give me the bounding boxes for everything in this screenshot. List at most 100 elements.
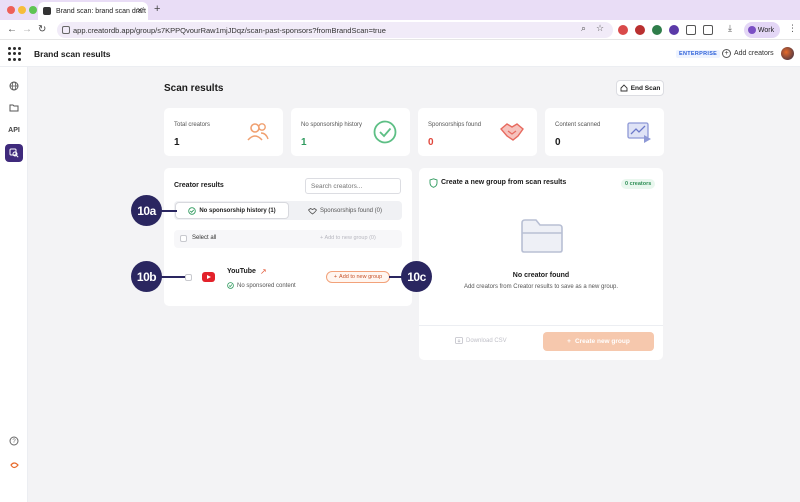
search-creators-input[interactable] (305, 178, 401, 194)
add-button-label: Add to new group (339, 274, 383, 280)
url-text: app.creatordb.app/group/s7KPPQvourRaw1mj… (73, 25, 386, 35)
avatar[interactable] (781, 47, 794, 60)
handshake-icon (500, 123, 524, 141)
folder-icon (9, 104, 19, 111)
window-minimize-button[interactable] (18, 6, 26, 14)
result-filter-tabs: No sponsorship history (1) Sponsorships … (174, 201, 402, 220)
globe-icon (9, 81, 19, 91)
profile-chip[interactable]: Work (744, 22, 780, 38)
create-new-group-button[interactable]: + Create new group (543, 332, 654, 351)
close-icon[interactable]: ✕ (136, 6, 143, 15)
empty-folder-icon (521, 219, 563, 253)
stat-card-content-scanned: Content scanned 0 (545, 108, 664, 156)
new-tab-button[interactable]: + (154, 3, 160, 15)
scan-results-heading: Scan results (164, 83, 224, 94)
stat-label: Total creators (174, 122, 211, 128)
download-icon (455, 337, 463, 344)
back-arrow-icon[interactable]: ← (7, 24, 17, 35)
extension-icon[interactable] (652, 25, 662, 35)
bookmark-star-icon[interactable]: ☆ (596, 23, 604, 34)
download-csv-button[interactable]: Download CSV (455, 337, 507, 344)
stat-value: 1 (301, 137, 307, 148)
extension-icon[interactable] (635, 25, 645, 35)
add-to-new-group-button[interactable]: + Add to new group (326, 271, 390, 283)
stat-value: 0 (555, 137, 561, 148)
check-circle-icon (188, 206, 197, 215)
site-info-icon[interactable] (62, 26, 70, 34)
tab-no-sponsorship-history[interactable]: No sponsorship history (1) (176, 203, 288, 218)
plus-icon: + (567, 338, 571, 345)
reload-icon[interactable]: ↻ (38, 24, 46, 35)
window-maximize-button[interactable] (29, 6, 37, 14)
annotation-marker-10c: 10c (401, 261, 432, 292)
creator-results-title: Creator results (174, 182, 224, 189)
app-header: Brand scan results ENTERPRISE + Add crea… (0, 40, 800, 67)
download-csv-label: Download CSV (466, 337, 507, 344)
shield-check-icon (429, 178, 438, 188)
check-circle-icon (227, 282, 234, 289)
sidebar-item-folder[interactable] (5, 98, 23, 116)
tab-label: Sponsorships found (0) (319, 207, 383, 214)
profile-label: Work (757, 26, 775, 34)
sidebar: API ? (0, 67, 28, 502)
sidebar-item-brand-scan[interactable] (5, 144, 23, 162)
window-close-button[interactable] (7, 6, 15, 14)
list-item: YouTube ↗ No sponsored content + Add to … (174, 258, 402, 298)
sidebar-item-api[interactable]: API (5, 121, 23, 139)
profile-avatar-icon (748, 26, 756, 34)
end-scan-label: End Scan (630, 84, 661, 92)
add-to-group-label: Add to new group (0) (324, 235, 376, 241)
home-icon (620, 84, 628, 92)
help-icon[interactable]: ? (8, 435, 20, 447)
stat-label: Content scanned (555, 122, 601, 128)
extension-icon[interactable] (669, 25, 679, 35)
annotation-connector (161, 276, 185, 278)
orange-brand-icon[interactable] (8, 459, 20, 471)
select-all-checkbox[interactable] (180, 235, 187, 242)
annotation-marker-10b: 10b (131, 261, 162, 292)
select-all-label: Select all (192, 235, 217, 241)
stat-card-no-sponsorship: No sponsorship history 1 (291, 108, 410, 156)
stat-value: 1 (174, 137, 180, 148)
empty-state-description: Add creators from Creator results to sav… (463, 284, 619, 290)
plus-circle-icon: + (722, 49, 731, 58)
sidebar-item-globe[interactable] (5, 77, 23, 95)
scan-search-icon (9, 148, 19, 158)
zoom-icon[interactable]: ⌕ (581, 23, 586, 34)
download-icon[interactable]: ⤓ (728, 23, 732, 34)
browser-toolbar: ← → ↻ app.creatordb.app/group/s7KPPQvour… (0, 20, 800, 40)
select-all-row: Select all + Add to new group (0) (174, 230, 402, 248)
creator-checkbox[interactable] (185, 274, 192, 281)
stat-label: No sponsorship history (301, 122, 363, 128)
youtube-icon (202, 272, 215, 282)
create-group-title: Create a new group from scan results (441, 179, 567, 186)
video-analytics-icon (627, 122, 651, 143)
tab-label: No sponsorship history (1) (199, 207, 276, 214)
browser-tab[interactable]: Brand scan: brand scan draft ✕ (38, 2, 148, 20)
annotation-connector (161, 210, 177, 212)
app-grid-icon[interactable] (8, 47, 22, 61)
add-creators-button[interactable]: + Add creators (722, 49, 774, 58)
external-link-icon[interactable]: ↗ (260, 267, 267, 276)
puzzle-extensions-icon[interactable] (703, 25, 713, 35)
page-title: Brand scan results (34, 49, 111, 59)
grid-favicon-icon (43, 7, 51, 15)
add-creators-label: Add creators (734, 50, 774, 57)
forward-arrow-icon[interactable]: → (22, 24, 32, 35)
status-text: No sponsored content (237, 282, 296, 289)
tab-title: Brand scan: brand scan draft (56, 7, 146, 15)
end-scan-button[interactable]: End Scan (616, 80, 664, 96)
add-to-group-disabled-button[interactable]: + Add to new group (0) (320, 235, 376, 241)
extension-icon[interactable] (618, 25, 628, 35)
stat-value: 0 (428, 137, 434, 148)
address-bar[interactable]: app.creatordb.app/group/s7KPPQvourRaw1mj… (57, 22, 613, 38)
tab-sponsorships-found[interactable]: Sponsorships found (0) (290, 203, 400, 218)
plan-badge: ENTERPRISE (676, 50, 721, 58)
plus-icon: + (333, 274, 338, 280)
users-icon (247, 123, 269, 141)
handshake-icon (307, 207, 317, 214)
annotation-marker-10a: 10a (131, 195, 162, 226)
browser-menu-icon[interactable]: ⋮ (788, 23, 797, 34)
extension-icon[interactable] (686, 25, 696, 35)
empty-state-title: No creator found (512, 272, 570, 279)
